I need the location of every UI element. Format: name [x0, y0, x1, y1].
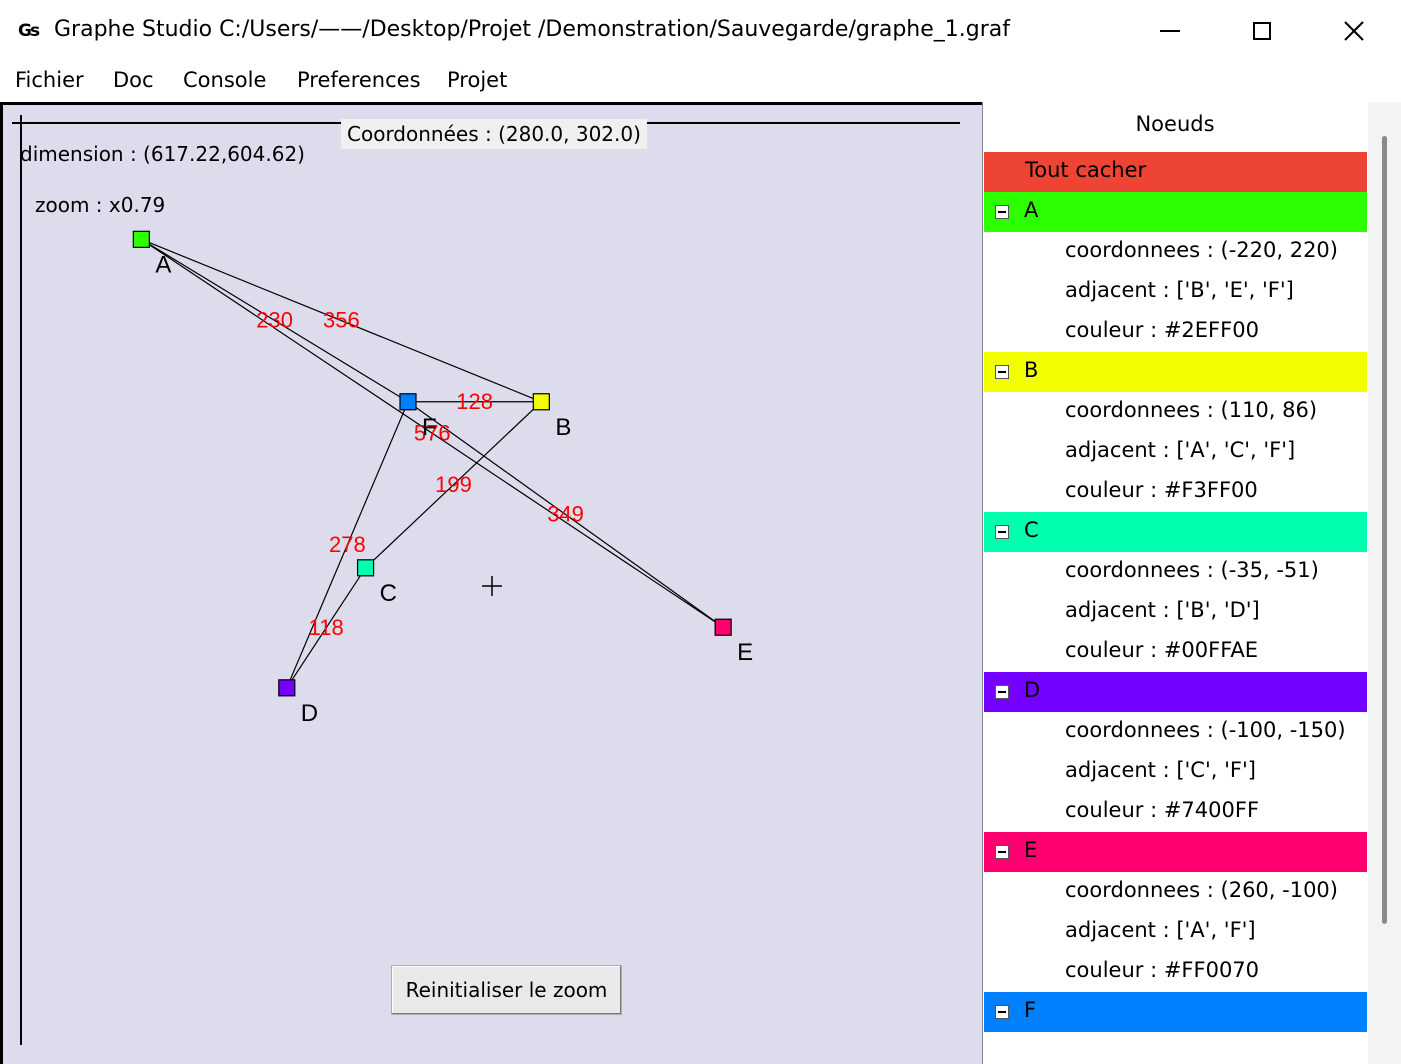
- node-d-adjacent: adjacent : ['C', 'F']: [1065, 758, 1256, 782]
- scrollbar-thumb[interactable]: [1382, 136, 1387, 924]
- node-header-c[interactable]: C: [984, 512, 1367, 552]
- coordinates-readout: Coordonnées : (280.0, 302.0): [341, 119, 647, 149]
- node-c-coordinates: coordonnees : (-35, -51): [1065, 558, 1319, 582]
- hide-all-label: Tout cacher: [1025, 158, 1147, 182]
- edge-weight-label: 230: [256, 308, 293, 333]
- close-icon: [1344, 21, 1364, 41]
- node-b-adjacent: adjacent : ['A', 'C', 'F']: [1065, 438, 1296, 462]
- node-a-coordinates: coordonnees : (-220, 220): [1065, 238, 1338, 262]
- collapse-icon[interactable]: [995, 525, 1009, 539]
- graph-node-label: D: [301, 700, 318, 727]
- graph-node-label: F: [422, 414, 437, 441]
- menu-projet[interactable]: Projet: [447, 68, 507, 92]
- graph-node-f[interactable]: [399, 393, 417, 411]
- node-header-a[interactable]: A: [984, 192, 1367, 232]
- node-header-e[interactable]: E: [984, 832, 1367, 872]
- collapse-icon[interactable]: [995, 365, 1009, 379]
- collapse-icon[interactable]: [995, 685, 1009, 699]
- edge-weight-label: 349: [547, 501, 584, 526]
- graph-node-label: A: [155, 251, 171, 278]
- node-name: C: [1024, 518, 1039, 542]
- minimize-icon: [1160, 30, 1180, 32]
- reset-zoom-button[interactable]: Reinitialiser le zoom: [391, 965, 622, 1015]
- collapse-icon[interactable]: [995, 845, 1009, 859]
- nodes-panel: Noeuds Tout cacher A coordonnees : (-220…: [982, 102, 1368, 1064]
- node-d-coordinates: coordonnees : (-100, -150): [1065, 718, 1346, 742]
- node-name: F: [1024, 998, 1037, 1022]
- node-e-coordinates: coordonnees : (260, -100): [1065, 878, 1338, 902]
- graph-node-label: B: [555, 414, 571, 441]
- graph-canvas[interactable]: 230 356 576 128 349 278 199 118 ABCDEF Coordonn…: [0, 102, 982, 1064]
- title-bar[interactable]: Gs Graphe Studio C:/Users/——/Desktop/Pro…: [0, 0, 1401, 62]
- menu-doc[interactable]: Doc: [113, 68, 154, 92]
- close-button[interactable]: [1308, 0, 1400, 62]
- node-a-adjacent: adjacent : ['B', 'E', 'F']: [1065, 278, 1294, 302]
- node-name: A: [1024, 198, 1039, 222]
- node-a-color: couleur : #2EFF00: [1065, 318, 1259, 342]
- graph-node-d[interactable]: [278, 679, 296, 697]
- app-window: Gs Graphe Studio C:/Users/——/Desktop/Pro…: [0, 0, 1401, 1064]
- graph-node-e[interactable]: [714, 618, 732, 636]
- app-logo-icon: Gs: [18, 21, 40, 41]
- graph-node-c[interactable]: [356, 559, 375, 577]
- minimize-button[interactable]: [1124, 0, 1216, 62]
- menu-console[interactable]: Console: [183, 68, 266, 92]
- crosshair-icon: [482, 576, 502, 596]
- node-b-coordinates: coordonnees : (110, 86): [1065, 398, 1318, 422]
- menu-fichier[interactable]: Fichier: [15, 68, 84, 92]
- window-title: Graphe Studio C:/Users/——/Desktop/Projet…: [54, 17, 1011, 42]
- dimension-label: dimension : (617.22,604.62): [20, 142, 305, 166]
- graph-node-a[interactable]: [132, 230, 150, 248]
- edge-weight-label: 199: [435, 472, 472, 497]
- node-e-adjacent: adjacent : ['A', 'F']: [1065, 918, 1256, 942]
- edge-weight-label: 356: [323, 308, 360, 333]
- node-c-adjacent: adjacent : ['B', 'D']: [1065, 598, 1260, 622]
- node-header-d[interactable]: D: [984, 672, 1367, 712]
- graph-drawing[interactable]: 230 356576128349278199118 ABCDEF: [0, 105, 979, 1064]
- graph-node-label: E: [737, 639, 753, 666]
- graph-node-b[interactable]: [532, 393, 550, 411]
- node-c-color: couleur : #00FFAE: [1065, 638, 1259, 662]
- panel-scrollbar[interactable]: [1368, 102, 1401, 1064]
- edge-weight-label: 278: [329, 532, 366, 557]
- edge-weight-label: 128: [456, 389, 493, 414]
- hide-all-button[interactable]: Tout cacher: [984, 152, 1367, 192]
- node-name: D: [1024, 678, 1041, 702]
- node-header-b[interactable]: B: [984, 352, 1367, 392]
- node-d-color: couleur : #7400FF: [1065, 798, 1260, 822]
- maximize-button[interactable]: [1216, 0, 1308, 62]
- maximize-icon: [1253, 22, 1271, 40]
- graph-node-label: C: [380, 580, 397, 607]
- edge-weight-label: 118: [309, 615, 344, 640]
- menu-preferences[interactable]: Preferences: [297, 68, 421, 92]
- menu-bar: Fichier Doc Console Preferences Projet: [0, 62, 1401, 102]
- zoom-label: zoom : x0.79: [35, 193, 166, 217]
- collapse-icon[interactable]: [995, 1005, 1009, 1019]
- node-name: E: [1024, 838, 1038, 862]
- collapse-icon[interactable]: [995, 205, 1009, 219]
- node-b-color: couleur : #F3FF00: [1065, 478, 1258, 502]
- node-name: B: [1024, 358, 1039, 382]
- node-e-color: couleur : #FF0070: [1065, 958, 1260, 982]
- node-header-f[interactable]: F: [984, 992, 1367, 1032]
- panel-title: Noeuds: [1135, 112, 1215, 136]
